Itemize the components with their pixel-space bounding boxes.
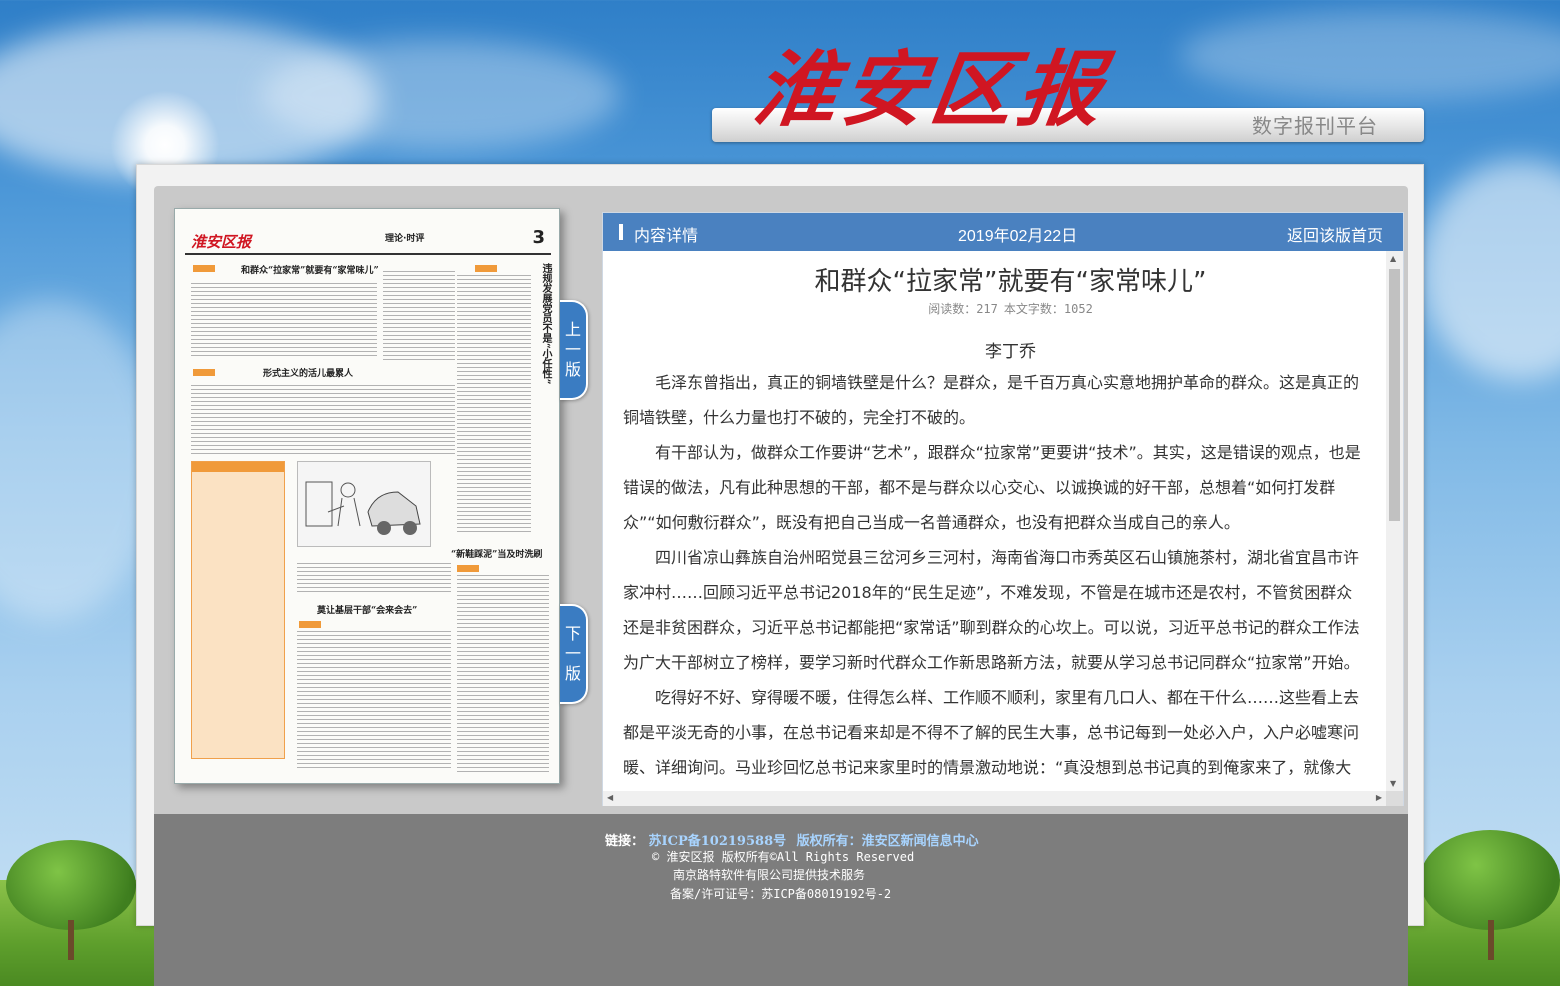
masthead-logo[interactable]: 淮安区报 bbox=[748, 40, 1132, 140]
paper-text-block[interactable] bbox=[191, 385, 455, 455]
paper-header: 淮安区报 理论·时评 3 bbox=[185, 227, 551, 255]
section-tag bbox=[299, 621, 321, 628]
copyright-link[interactable]: 版权所有：淮安区新闻信息中心 bbox=[797, 834, 979, 849]
paper-text-block[interactable] bbox=[297, 563, 451, 595]
article-scroll-area[interactable]: 和群众“拉家常”就要有“家常味儿” 阅读数：217 本文字数：1052 李丁乔 毛… bbox=[603, 251, 1403, 791]
tree-trunk bbox=[68, 920, 74, 960]
paper-vertical-headline[interactable]: 违规发展党员不是“小任性” bbox=[537, 263, 551, 385]
next-page-button[interactable]: 下 一 版 bbox=[560, 604, 588, 704]
section-tag bbox=[193, 265, 215, 272]
prev-page-label: 上 bbox=[564, 320, 581, 339]
scroll-right-arrow-icon[interactable]: ▶ bbox=[1376, 793, 1382, 802]
cartoon-icon bbox=[305, 481, 421, 535]
read-count: 阅读数：217 bbox=[928, 302, 998, 316]
tree-trunk bbox=[1488, 920, 1494, 960]
paper-page-number: 3 bbox=[532, 227, 545, 248]
article-paragraph: 毛泽东曾指出，真正的铜墙铁壁是什么？是群众，是千百万真心实意地拥护革命的群众。这… bbox=[623, 373, 1360, 427]
article-paragraph: 吃得好不好、穿得暖不暖，住得怎么样、工作顺不顺利，家里有几口人、都在干什么……这… bbox=[623, 688, 1360, 777]
masthead-subtitle: 数字报刊平台 bbox=[1252, 116, 1378, 138]
background-cloud bbox=[1420, 160, 1560, 380]
paper-headline[interactable]: 形式主义的活儿最累人 bbox=[263, 366, 353, 379]
paper-headline[interactable]: “新鞋踩泥”当及时洗刷 bbox=[451, 547, 542, 560]
header-marker bbox=[619, 224, 623, 240]
tree-graphic bbox=[1420, 830, 1560, 930]
article-meta: 阅读数：217 本文字数：1052 bbox=[603, 300, 1403, 317]
paper-text-block[interactable] bbox=[191, 283, 377, 357]
article-author: 李丁乔 bbox=[985, 342, 1036, 362]
horizontal-scrollbar[interactable]: ◀ ▶ bbox=[603, 791, 1386, 806]
next-page-label: 一 bbox=[564, 644, 581, 663]
word-count: 本文字数：1052 bbox=[1003, 302, 1093, 316]
paper-sidebar-box[interactable] bbox=[191, 461, 285, 759]
paper-headline[interactable]: 莫让基层干部“会来会去” bbox=[317, 603, 417, 616]
section-tag bbox=[193, 369, 215, 376]
prev-page-label: 版 bbox=[564, 360, 581, 379]
paper-cartoon-image[interactable] bbox=[297, 461, 431, 547]
footer-links: 链接： 苏ICP备10219588号 版权所有：淮安区新闻信息中心 bbox=[605, 830, 979, 849]
footer-tech-support: 南京路特软件有限公司提供技术服务 bbox=[673, 868, 866, 882]
newspaper-page-thumbnail[interactable]: 淮安区报 理论·时评 3 和群众“拉家常”就要有“家常味儿” 形式主义的活儿最累… bbox=[174, 208, 560, 784]
scroll-up-arrow-icon[interactable]: ▲ bbox=[1390, 254, 1396, 263]
paper-text-block[interactable] bbox=[383, 271, 455, 361]
article-panel: 内容详情 2019年02月22日 返回该版首页 和群众“拉家常”就要有“家常味儿… bbox=[602, 212, 1404, 806]
paper-text-block[interactable] bbox=[457, 275, 531, 535]
article-body: 毛泽东曾指出，真正的铜墙铁壁是什么？是群众，是千百万真心实意地拥护革命的群众。这… bbox=[623, 365, 1363, 785]
section-tag bbox=[457, 565, 479, 572]
scrollbar-corner bbox=[1386, 791, 1403, 806]
paper-section-name: 理论·时评 bbox=[385, 234, 425, 244]
article-paragraph: 四川省凉山彝族自治州昭觉县三岔河乡三河村，海南省海口市秀英区石山镇施茶村，湖北省… bbox=[623, 548, 1360, 672]
footer-links-label: 链接： bbox=[605, 834, 645, 849]
next-page-label: 下 bbox=[564, 624, 581, 643]
issue-date: 2019年02月22日 bbox=[958, 228, 1078, 245]
footer-license: 备案/许可证号：苏ICP备08019192号-2 bbox=[670, 887, 892, 901]
back-to-page-link[interactable]: 返回该版首页 bbox=[1287, 222, 1383, 246]
vertical-scrollbar[interactable]: ▲ ▼ bbox=[1386, 251, 1403, 791]
paper-text-block[interactable] bbox=[457, 575, 549, 775]
footer-copyright: © 淮安区报 版权所有©All Rights Reserved bbox=[652, 850, 915, 864]
article-section-title: 内容详情 bbox=[634, 228, 699, 245]
article-title: 和群众“拉家常”就要有“家常味儿” bbox=[814, 267, 1207, 297]
prev-page-button[interactable]: 上 一 版 bbox=[560, 300, 588, 400]
scrollbar-thumb[interactable] bbox=[1389, 269, 1400, 521]
tree-graphic bbox=[6, 840, 136, 930]
prev-page-label: 一 bbox=[564, 340, 581, 359]
icp-link[interactable]: 苏ICP备10219588号 bbox=[649, 834, 787, 849]
paper-logo: 淮安区报 bbox=[191, 233, 252, 251]
paper-headline[interactable]: 和群众“拉家常”就要有“家常味儿” bbox=[241, 263, 379, 276]
background-cloud bbox=[260, 40, 620, 150]
paper-text-block[interactable] bbox=[297, 631, 451, 771]
article-paragraph: 有干部认为，做群众工作要讲“艺术”，跟群众“拉家常”更要讲“技术”。其实，这是错… bbox=[623, 443, 1361, 532]
article-header-bar: 内容详情 2019年02月22日 返回该版首页 bbox=[603, 213, 1403, 251]
scroll-left-arrow-icon[interactable]: ◀ bbox=[607, 793, 613, 802]
section-tag bbox=[475, 265, 497, 272]
background-cloud bbox=[1180, 10, 1560, 100]
next-page-label: 版 bbox=[564, 664, 581, 683]
scroll-down-arrow-icon[interactable]: ▼ bbox=[1390, 779, 1396, 788]
